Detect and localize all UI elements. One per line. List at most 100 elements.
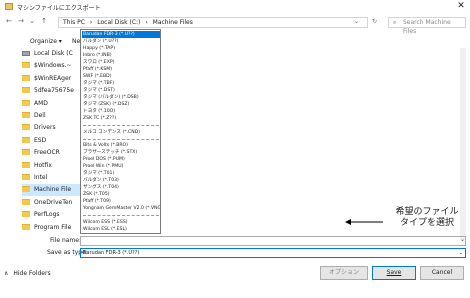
filetype-option[interactable]: スワロ (*.EXP) bbox=[82, 59, 160, 66]
sidebar-item[interactable]: Machine File bbox=[22, 184, 80, 197]
save-button[interactable]: Save bbox=[372, 266, 416, 280]
close-button[interactable]: ✕ bbox=[456, 1, 466, 12]
filetype-option[interactable]: タジマ (バルダン) (*.DSB) bbox=[82, 94, 160, 101]
annotation-line: タイプを選択 bbox=[399, 218, 454, 228]
filetype-option[interactable]: Happy (*.TAP) bbox=[82, 45, 160, 52]
back-button[interactable]: ← bbox=[5, 17, 13, 25]
dropdown-separator bbox=[83, 138, 159, 140]
sidebar-item-label: $WinREAger bbox=[34, 74, 72, 82]
folder-icon bbox=[22, 211, 30, 218]
sidebar-item[interactable]: $WinREAger bbox=[22, 73, 80, 85]
navigation-pane: Local Disk (C $Windows.~ $WinREAger 5dfea75… bbox=[22, 48, 80, 233]
savetype-select[interactable]: Barudan FDR-3 (*.U??) ⌄ bbox=[80, 248, 466, 258]
options-button[interactable]: オプション bbox=[320, 266, 368, 280]
sidebar-item-label: Drivers bbox=[34, 124, 56, 132]
sidebar-item-label: FreeOCR bbox=[34, 149, 60, 157]
filetype-option[interactable]: トヨタ (*.10O) bbox=[82, 108, 160, 115]
sidebar-item[interactable]: FreeOCR bbox=[22, 147, 80, 159]
sidebar-item-label: Dell bbox=[34, 112, 46, 119]
filetype-dropdown-list[interactable]: Barudan FDR-3 (*.U??) バルダン (*.U??) Happy (… bbox=[80, 29, 161, 234]
folder-icon bbox=[5, 3, 13, 10]
chevron-down-icon: ⌄ bbox=[458, 250, 463, 256]
folder-icon bbox=[22, 62, 30, 69]
search-placeholder: Search Machine Files bbox=[403, 19, 451, 35]
folder-icon bbox=[22, 124, 30, 131]
filetype-option[interactable]: Hiraoka DAT (*.DAT) bbox=[82, 233, 160, 234]
sidebar-item[interactable]: Program File bbox=[22, 222, 80, 233]
filetype-option[interactable]: Barudan FDR-3 (*.U??) bbox=[82, 31, 160, 38]
navigation-bar: ← → ⌄ ↑ This PC › Local Disk (C:) › Mach… bbox=[0, 15, 470, 35]
sidebar-item-label: OneDriveTen bbox=[34, 198, 73, 206]
folder-icon bbox=[22, 174, 30, 180]
filetype-option[interactable]: Inbro (*.INB) bbox=[82, 52, 160, 59]
filetype-option[interactable]: タジマ (*.TBF) bbox=[82, 80, 160, 87]
filetype-option[interactable]: Wilcom ESL (*.ESL) bbox=[82, 226, 160, 233]
filetype-option[interactable]: Pfaff (*.KSM) bbox=[82, 66, 160, 73]
title-bar: マシンファイルにエクスポート ✕ bbox=[0, 0, 470, 14]
filetype-option[interactable]: バルダン (*.T03) bbox=[82, 177, 160, 184]
breadcrumb-this-pc[interactable]: This PC bbox=[63, 19, 85, 26]
sidebar-item[interactable]: Local Disk (C bbox=[22, 48, 80, 60]
sidebar-item[interactable]: Intel bbox=[22, 172, 80, 184]
sidebar-item-label: Program File bbox=[34, 223, 72, 231]
sidebar-item[interactable]: Hotfix bbox=[22, 160, 80, 172]
breadcrumb-local-disk[interactable]: Local Disk (C:) bbox=[97, 19, 140, 26]
forward-button[interactable]: → bbox=[17, 17, 25, 25]
address-dropdown-button[interactable]: ⌄ bbox=[354, 18, 359, 25]
sidebar-item[interactable]: OneDriveTen bbox=[22, 197, 80, 209]
filetype-option[interactable]: ZSK TC (*.Z??) bbox=[82, 115, 160, 122]
sidebar-item-label: $Windows.~ bbox=[34, 62, 72, 70]
folder-icon bbox=[22, 198, 30, 205]
sidebar-item[interactable]: ESD bbox=[22, 135, 80, 147]
folder-icon bbox=[22, 186, 30, 193]
recent-locations-button[interactable]: ⌄ bbox=[28, 17, 36, 25]
sidebar-item[interactable]: $Windows.~ bbox=[22, 60, 80, 72]
up-button[interactable]: ↑ bbox=[40, 17, 48, 25]
filetype-option[interactable]: Wilcom ESS (*.ESS) bbox=[82, 219, 160, 226]
folder-icon bbox=[22, 149, 30, 156]
filetype-option[interactable]: Pfaff (*.T09) bbox=[82, 198, 160, 205]
filename-field[interactable] bbox=[80, 236, 466, 246]
filetype-option[interactable]: メルコ コンデンス (*.CND) bbox=[82, 129, 160, 136]
refresh-button[interactable]: ↻ bbox=[372, 18, 377, 25]
folder-icon bbox=[22, 161, 30, 168]
command-bar: Organize ▾ Ne bbox=[0, 35, 470, 47]
filetype-option[interactable]: タジマ (ZSK) (*.DSZ) bbox=[82, 101, 160, 108]
folder-icon bbox=[22, 112, 30, 118]
sidebar-item[interactable]: 5dfea75675e bbox=[22, 85, 80, 97]
drive-icon bbox=[22, 51, 30, 56]
cancel-button[interactable]: Cancel bbox=[420, 266, 464, 280]
sidebar-item[interactable]: AMD bbox=[22, 98, 80, 110]
filetype-option[interactable]: ブラザーステッチ (*.STX) bbox=[82, 149, 160, 156]
filetype-option[interactable]: バルダン (*.U??) bbox=[82, 38, 160, 45]
sidebar-item[interactable]: PerfLogs bbox=[22, 209, 80, 221]
annotation-line: 希望のファイル bbox=[395, 207, 459, 217]
save-button-label: Save bbox=[386, 269, 402, 276]
filetype-option[interactable]: Proel Win (*.PMU) bbox=[82, 163, 160, 170]
breadcrumb-separator: › bbox=[145, 19, 148, 26]
filetype-option[interactable]: タジマ (*.T01) bbox=[82, 170, 160, 177]
sidebar-item-label: Intel bbox=[34, 174, 48, 181]
filetype-option[interactable]: Proel DOS (*.PUM) bbox=[82, 156, 160, 163]
filetype-option[interactable]: Yongnam GemMaster V2.0 (*.VNG) bbox=[82, 205, 160, 212]
folder-icon bbox=[22, 74, 30, 81]
sidebar-item-label: ESD bbox=[34, 136, 47, 144]
hide-folders-label: Hide Folders bbox=[13, 270, 51, 277]
filetype-option[interactable]: タジマ (*.DST) bbox=[82, 87, 160, 94]
sidebar-item[interactable]: Drivers bbox=[22, 122, 80, 134]
sidebar-item[interactable]: Dell bbox=[22, 110, 80, 122]
filetype-option[interactable]: SWF (*.EBD) bbox=[82, 73, 160, 80]
filetype-option[interactable]: ZSK (*.T05) bbox=[82, 191, 160, 198]
address-bar[interactable]: This PC › Local Disk (C:) › Machine File… bbox=[58, 17, 368, 28]
folder-icon bbox=[22, 87, 30, 94]
breadcrumb-machine-files[interactable]: Machine Files bbox=[153, 19, 193, 26]
arrow-icon bbox=[345, 219, 383, 225]
hide-folders-button[interactable]: ∧ Hide Folders bbox=[4, 270, 51, 277]
window-title: マシンファイルにエクスポート bbox=[17, 5, 101, 12]
filetype-option[interactable]: Bits & Volts (*.BRO) bbox=[82, 142, 160, 149]
new-folder-button[interactable]: Ne bbox=[72, 38, 80, 45]
search-input[interactable]: ⌕ Search Machine Files bbox=[388, 17, 466, 35]
organize-menu-button[interactable]: Organize ▾ bbox=[30, 38, 62, 45]
filetype-option[interactable]: ザングス (*.T04) bbox=[82, 184, 160, 191]
folder-icon bbox=[22, 223, 30, 230]
